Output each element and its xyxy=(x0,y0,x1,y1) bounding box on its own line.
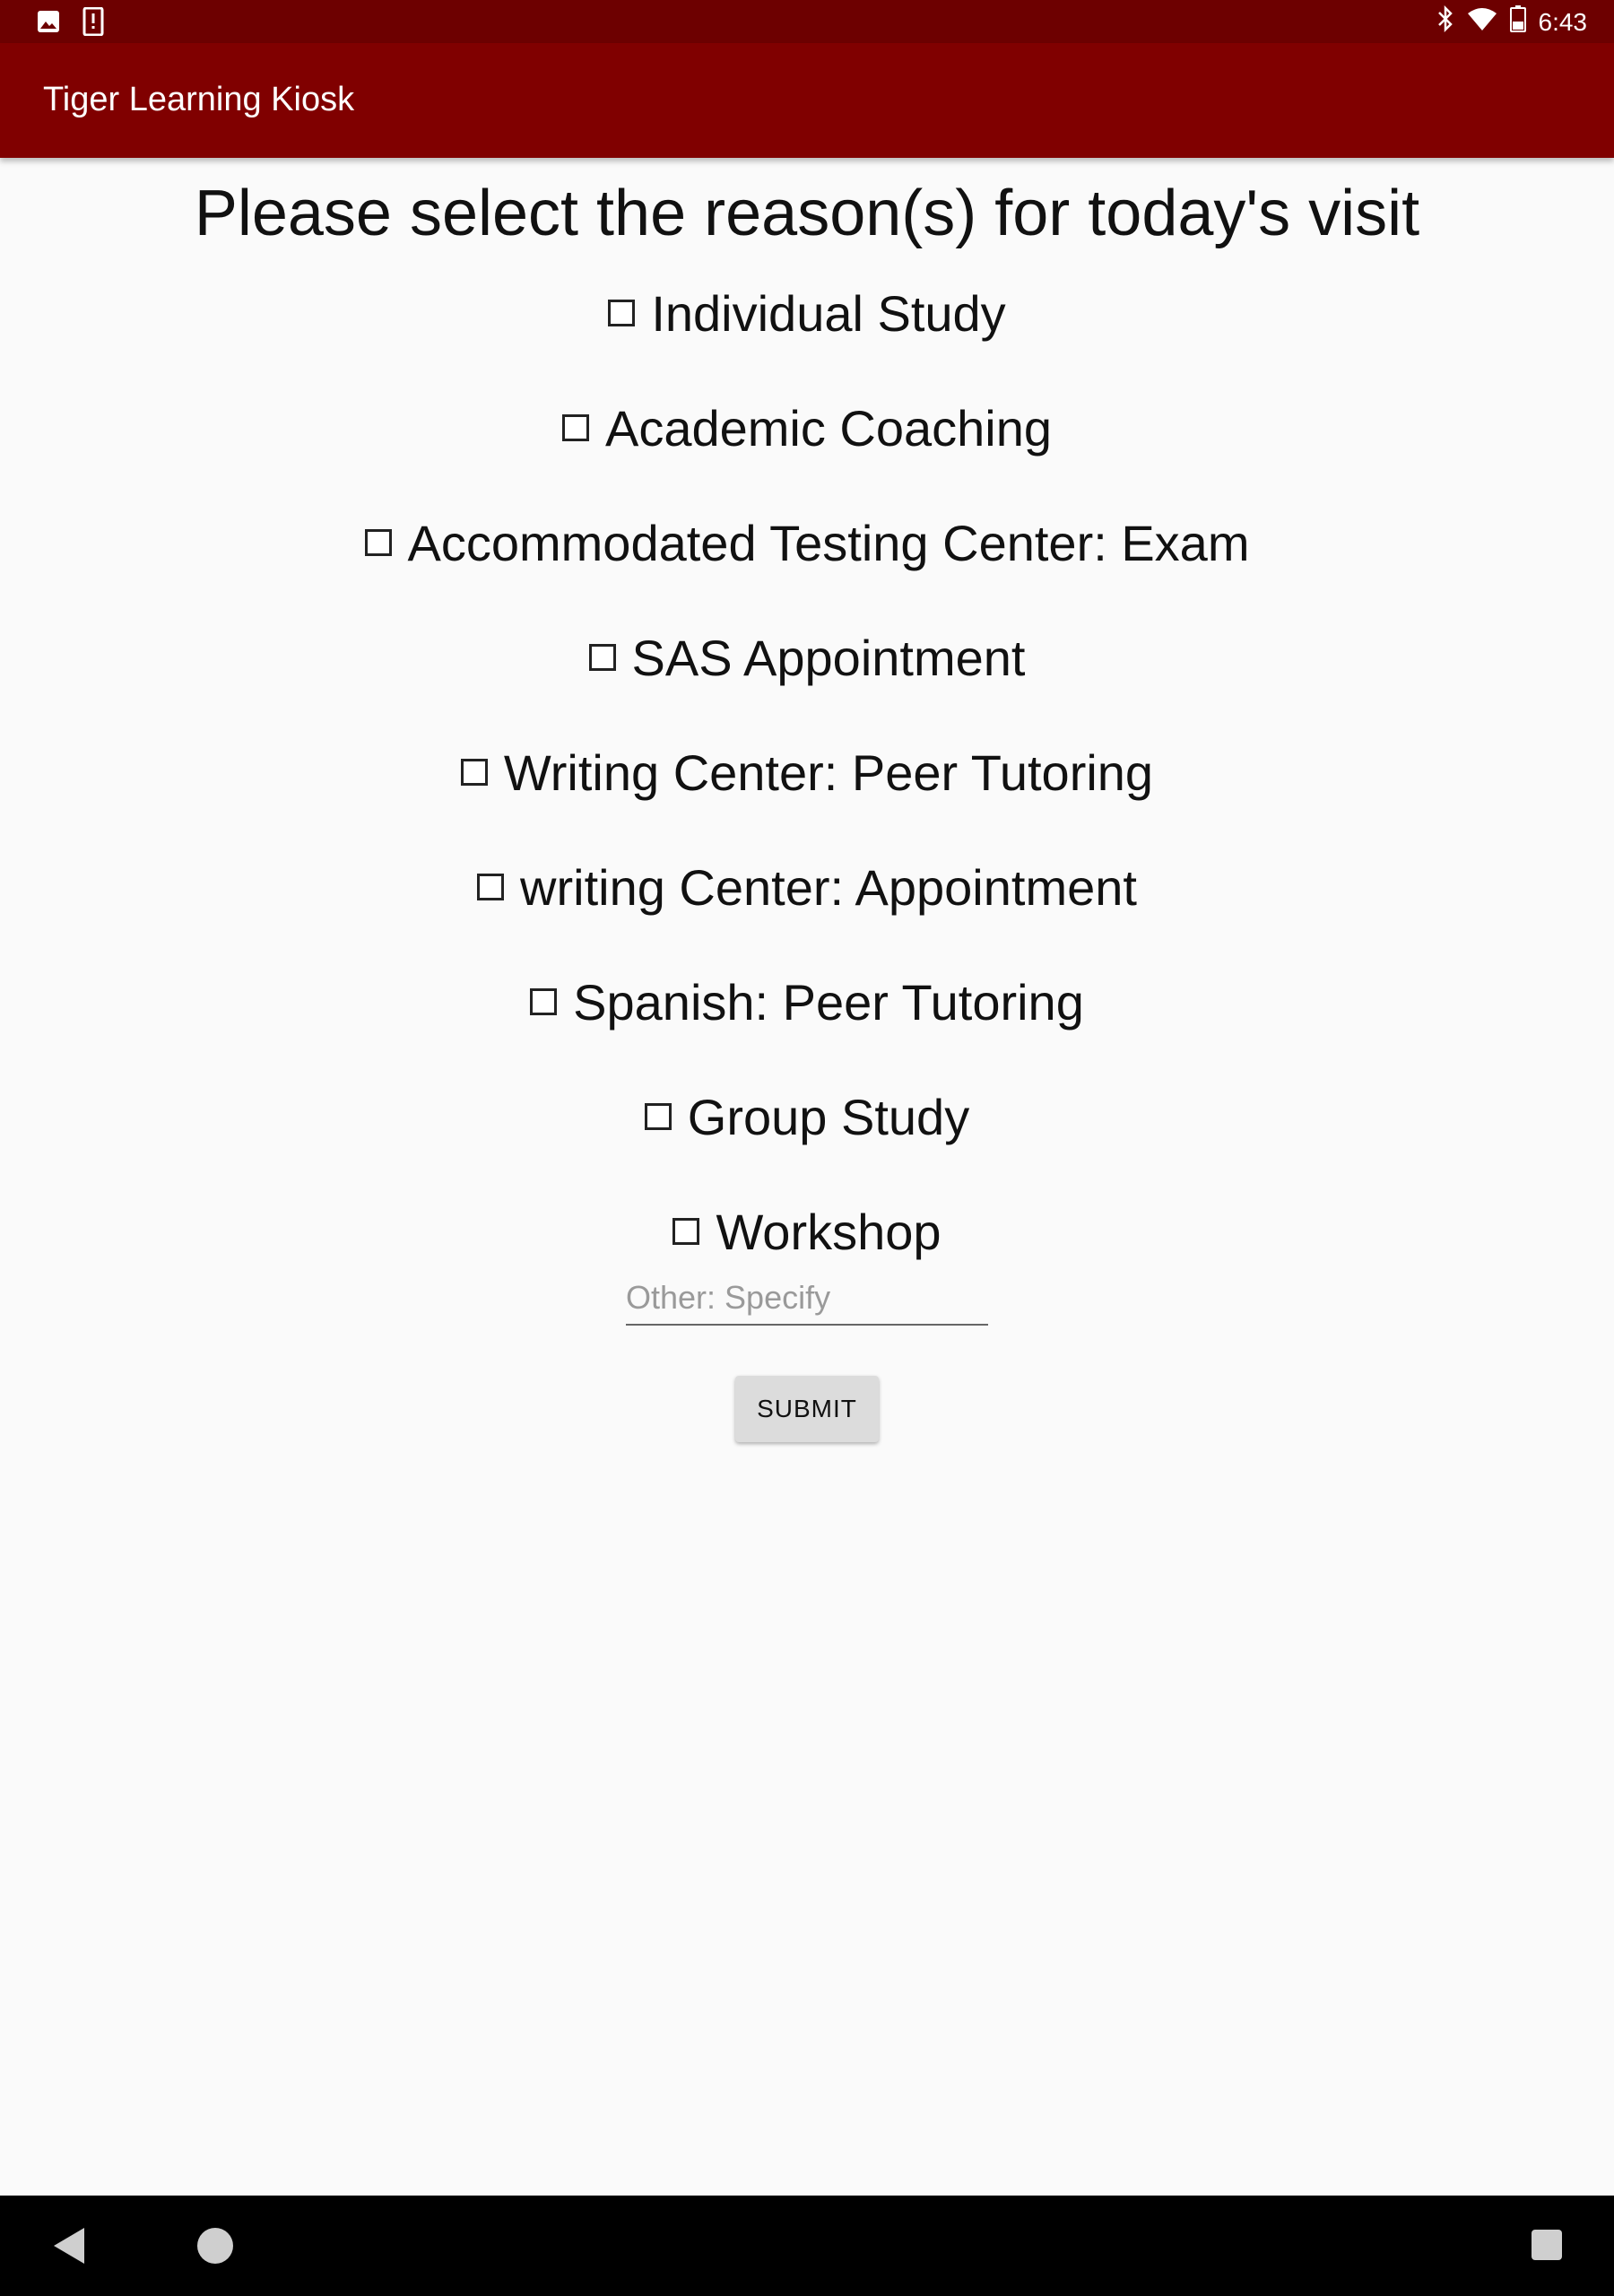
other-field-wrapper xyxy=(626,1272,988,1344)
wifi-icon xyxy=(1467,6,1497,38)
option-accommodated-testing[interactable]: Accommodated Testing Center: Exam xyxy=(0,502,1614,583)
checkbox-icon[interactable] xyxy=(672,1218,700,1245)
option-workshop[interactable]: Workshop xyxy=(0,1191,1614,1272)
option-label: Spanish: Peer Tutoring xyxy=(573,973,1084,1031)
checkbox-icon[interactable] xyxy=(561,414,589,441)
app-bar: Tiger Learning Kiosk xyxy=(0,43,1614,158)
status-time: 6:43 xyxy=(1538,7,1588,36)
app-title: Tiger Learning Kiosk xyxy=(43,81,355,118)
page-title: Please select the reason(s) for today's … xyxy=(194,178,1420,249)
alert-icon xyxy=(82,6,104,40)
checkbox-icon[interactable] xyxy=(477,874,505,900)
option-writing-peer-tutoring[interactable]: Writing Center: Peer Tutoring xyxy=(0,732,1614,813)
navigation-bar xyxy=(0,2196,1614,2296)
checkbox-icon[interactable] xyxy=(530,988,558,1015)
option-individual-study[interactable]: Individual Study xyxy=(0,273,1614,353)
reason-options: Individual Study Academic Coaching Accom… xyxy=(0,273,1614,1272)
visit-reason-form: Please select the reason(s) for today's … xyxy=(0,158,1614,1442)
checkbox-icon[interactable] xyxy=(608,300,636,326)
option-label: Individual Study xyxy=(651,284,1006,342)
image-icon xyxy=(36,9,61,39)
home-icon[interactable] xyxy=(197,2228,233,2264)
checkbox-icon[interactable] xyxy=(364,529,392,556)
option-label: SAS Appointment xyxy=(631,629,1026,686)
option-label: Writing Center: Peer Tutoring xyxy=(503,744,1154,801)
checkbox-icon[interactable] xyxy=(588,644,616,671)
option-sas-appointment[interactable]: SAS Appointment xyxy=(0,617,1614,698)
other-specify-input[interactable] xyxy=(626,1272,988,1326)
option-label: writing Center: Appointment xyxy=(520,858,1137,916)
option-label: Workshop xyxy=(716,1203,941,1260)
option-writing-appointment[interactable]: writing Center: Appointment xyxy=(0,847,1614,927)
status-bar: 6:43 xyxy=(0,0,1614,43)
submit-button[interactable]: SUBMIT xyxy=(735,1376,879,1442)
recents-icon[interactable] xyxy=(1532,2230,1562,2260)
option-group-study[interactable]: Group Study xyxy=(0,1076,1614,1157)
battery-icon xyxy=(1509,5,1526,39)
option-academic-coaching[interactable]: Academic Coaching xyxy=(0,387,1614,468)
option-label: Group Study xyxy=(687,1088,970,1145)
status-system: 6:43 xyxy=(1436,4,1588,39)
option-label: Academic Coaching xyxy=(604,399,1053,457)
status-notifications xyxy=(36,6,104,40)
checkbox-icon[interactable] xyxy=(460,759,488,786)
bluetooth-icon xyxy=(1436,4,1454,39)
option-label: Accommodated Testing Center: Exam xyxy=(407,514,1250,571)
back-icon[interactable] xyxy=(54,2228,84,2264)
option-spanish-peer-tutoring[interactable]: Spanish: Peer Tutoring xyxy=(0,961,1614,1042)
checkbox-icon[interactable] xyxy=(644,1103,672,1130)
